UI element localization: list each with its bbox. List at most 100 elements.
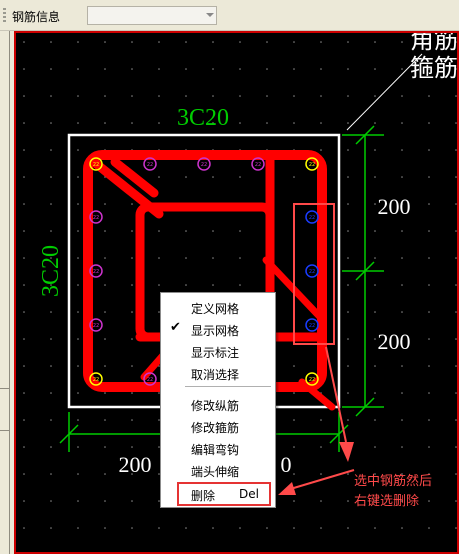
menu-item-edit-stirrup[interactable]: 修改箍筋 xyxy=(161,415,275,437)
annotation-line1: 选中钢筋然后 xyxy=(354,474,433,489)
menu-item-label: 显示网格 xyxy=(191,324,240,338)
grid-dot xyxy=(158,230,160,232)
grid-dot xyxy=(131,68,133,70)
grid-dot xyxy=(212,41,214,43)
menu-item-end-extension[interactable]: 端头伸缩 xyxy=(161,459,275,481)
grid-dot xyxy=(320,149,322,151)
menu-item-edit-hook[interactable]: 编辑弯钩 xyxy=(161,437,275,459)
grid-dot xyxy=(320,527,322,529)
grid-dot xyxy=(293,68,295,70)
grid-dot xyxy=(77,176,79,178)
grid-dot xyxy=(347,149,349,151)
grid-dot xyxy=(374,284,376,286)
grid-dot xyxy=(239,176,241,178)
grid-dot xyxy=(374,41,376,43)
grid-dot xyxy=(374,311,376,313)
grid-dot xyxy=(347,176,349,178)
grid-dot xyxy=(104,365,106,367)
grid-dot xyxy=(428,392,430,394)
grid-dot xyxy=(131,419,133,421)
grid-dot xyxy=(50,149,52,151)
dropdown-arrow-icon[interactable] xyxy=(206,13,214,17)
grid-dot xyxy=(293,392,295,394)
top-rebar-label[interactable]: 3C20 xyxy=(177,105,229,131)
grid-dot xyxy=(374,122,376,124)
corner-label-line1: 角筋 xyxy=(410,33,457,54)
grid-dot xyxy=(374,95,376,97)
grid-dot xyxy=(401,95,403,97)
grid-dot xyxy=(428,527,430,529)
menu-item-edit-longitudinal-bar[interactable]: 修改纵筋 xyxy=(161,393,275,415)
grid-dot xyxy=(293,527,295,529)
grid-dot xyxy=(185,95,187,97)
grid-dot xyxy=(293,500,295,502)
grid-dot xyxy=(50,122,52,124)
toolbar-grip-icon[interactable] xyxy=(3,8,6,22)
grid-dot xyxy=(266,68,268,70)
menu-item-define-grid[interactable]: 定义网格 xyxy=(161,296,275,318)
grid-dot xyxy=(50,338,52,340)
rebar-info-combo[interactable] xyxy=(87,6,217,25)
grid-dot xyxy=(320,122,322,124)
grid-dot xyxy=(293,446,295,448)
menu-item-label: 显示标注 xyxy=(191,346,240,360)
grid-dot xyxy=(293,365,295,367)
grid-dot xyxy=(401,176,403,178)
grid-dot xyxy=(77,122,79,124)
grid-dot xyxy=(401,284,403,286)
rebar-info-label: 钢筋信息 xyxy=(12,10,61,24)
grid-dot xyxy=(23,311,25,313)
grid-dot xyxy=(23,122,25,124)
dim-right-top: 200 xyxy=(378,194,411,219)
grid-dot xyxy=(374,176,376,178)
grid-dot xyxy=(104,122,106,124)
grid-dot xyxy=(374,338,376,340)
grid-dot xyxy=(374,446,376,448)
menu-item-show-annotation[interactable]: 显示标注 xyxy=(161,340,275,362)
corner-label-line2: 箍筋 xyxy=(410,54,457,82)
grid-dot xyxy=(428,203,430,205)
left-rebar-label[interactable]: 3C20 xyxy=(38,245,64,297)
grid-dot xyxy=(239,527,241,529)
grid-dot xyxy=(374,203,376,205)
context-menu: 定义网格 ✔ 显示网格 显示标注 取消选择 修改纵筋 修改箍筋 编辑弯钩 端头伸… xyxy=(160,292,276,508)
grid-dot xyxy=(23,149,25,151)
grid-dot xyxy=(50,41,52,43)
grid-dot xyxy=(347,365,349,367)
bar-dia-label: 22 xyxy=(255,162,261,168)
grid-dot xyxy=(347,68,349,70)
menu-item-label: 定义网格 xyxy=(191,302,240,316)
delete-highlight-box xyxy=(177,482,271,506)
grid-dot xyxy=(104,41,106,43)
grid-dot xyxy=(104,500,106,502)
grid-dot xyxy=(23,230,25,232)
grid-dot xyxy=(428,446,430,448)
grid-dot xyxy=(77,230,79,232)
bar-dia-label: 22 xyxy=(309,377,315,383)
grid-dot xyxy=(347,527,349,529)
grid-dot xyxy=(401,122,403,124)
grid-dot xyxy=(455,95,457,97)
grid-dot xyxy=(347,284,349,286)
grid-dot xyxy=(212,284,214,286)
grid-dot xyxy=(77,392,79,394)
grid-dot xyxy=(401,41,403,43)
grid-dot xyxy=(239,122,241,124)
grid-dot xyxy=(23,527,25,529)
grid-dot xyxy=(50,176,52,178)
grid-dot xyxy=(320,95,322,97)
grid-dot xyxy=(374,230,376,232)
bar-dia-label: 22 xyxy=(93,162,99,168)
bar-dia-label: 22 xyxy=(93,377,99,383)
menu-item-cancel-selection[interactable]: 取消选择 xyxy=(161,362,275,384)
grid-dot xyxy=(239,230,241,232)
grid-dot xyxy=(455,338,457,340)
grid-dot xyxy=(320,446,322,448)
menu-item-show-grid[interactable]: ✔ 显示网格 xyxy=(161,318,275,340)
grid-dot xyxy=(77,419,79,421)
grid-dot xyxy=(347,41,349,43)
grid-dot xyxy=(401,257,403,259)
grid-dot xyxy=(185,527,187,529)
grid-dot xyxy=(401,68,403,70)
grid-dot xyxy=(428,284,430,286)
